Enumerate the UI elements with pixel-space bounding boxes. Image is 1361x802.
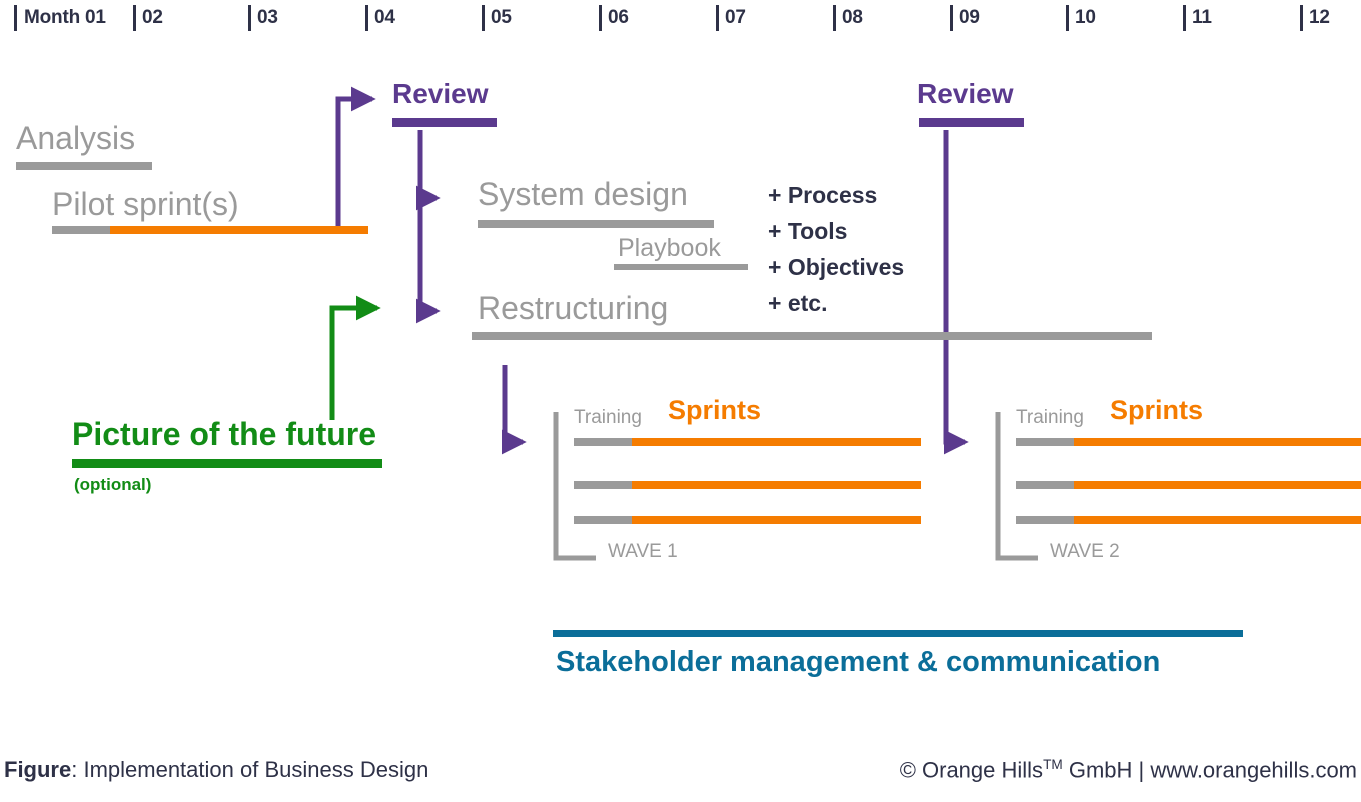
wave1-training-label: Training: [574, 407, 642, 428]
timeline-tick: [833, 5, 836, 31]
arrow-review2-to-wave2: [943, 130, 969, 455]
wave1-sprint-bar: [632, 516, 921, 524]
wave1-training-bar: [574, 516, 632, 524]
timeline-tick: [1066, 5, 1069, 31]
bullet-item: + Process: [768, 182, 878, 208]
copyright-post: GmbH | www.orangehills.com: [1062, 757, 1357, 783]
wave1-training-bar: [574, 438, 632, 446]
review-underline-2: [919, 118, 1024, 127]
trademark-symbol: TM: [1043, 757, 1063, 772]
wave1-label: WAVE 1: [608, 541, 678, 562]
bullet-list: + Process + Tools + Objectives + etc.: [768, 182, 904, 317]
review-label-1: Review: [392, 78, 489, 109]
timeline-tick-label: 10: [1075, 7, 1096, 28]
arrow-picture-of-future: [329, 295, 381, 420]
timeline-tick: [950, 5, 953, 31]
track-bar-analysis: [16, 162, 152, 170]
copyright-pre: © Orange Hills: [899, 757, 1044, 783]
timeline-header: Month 01 02 03 04 05 06 07 08 09 10 11 1…: [0, 0, 1361, 45]
track-bar-pilot-sprint: [110, 226, 368, 234]
wave1-sprint-bar: [632, 438, 921, 446]
figure-caption-prefix: Figure: [4, 757, 72, 782]
picture-of-future-label: Picture of the future: [72, 416, 377, 452]
wave2-sprint-bar: [1074, 438, 1361, 446]
stakeholder-label: Stakeholder management & communication: [556, 646, 1161, 678]
wave1-sprint-bar: [632, 481, 921, 489]
track-label-playbook: Playbook: [618, 234, 721, 262]
timeline-tick: [14, 5, 17, 31]
track-label-system-design: System design: [478, 176, 688, 212]
timeline-tick-label: 03: [257, 7, 278, 28]
timeline-tick-label: 05: [491, 7, 512, 28]
track-label-pilot-sprints: Pilot sprint(s): [52, 186, 239, 222]
track-bar-playbook: [614, 264, 748, 270]
timeline-tick: [716, 5, 719, 31]
stakeholder-bar: [553, 630, 1243, 637]
review-underline-1: [392, 118, 497, 127]
track-bar-restructuring: [472, 332, 1152, 340]
wave1-sprints-label: Sprints: [668, 395, 762, 425]
bullet-item: + Objectives: [768, 254, 905, 280]
track-bar-pilot-training: [52, 226, 110, 234]
wave1-training-bar: [574, 481, 632, 489]
wave2-training-bar: [1016, 438, 1074, 446]
timeline-tick-label: Month 01: [24, 7, 106, 28]
timeline-tick-label: 08: [842, 7, 863, 28]
track-label-restructuring: Restructuring: [478, 290, 669, 326]
timeline-tick: [599, 5, 602, 31]
wave2-training-bar: [1016, 516, 1074, 524]
timeline-tick-label: 04: [374, 7, 395, 28]
bullet-item: + etc.: [768, 290, 828, 316]
timeline-tick: [133, 5, 136, 31]
timeline-tick-label: 09: [959, 7, 980, 28]
arrow-review1-to-system-design: [415, 130, 441, 211]
track-label-analysis: Analysis: [16, 120, 136, 156]
wave2-sprints-label: Sprints: [1110, 395, 1204, 425]
wave2-label: WAVE 2: [1050, 541, 1120, 562]
figure-caption: Figure: Implementation of Business Desig…: [4, 757, 428, 783]
arrow-review1-to-restructuring: [415, 130, 441, 324]
timeline-tick-label: 12: [1309, 7, 1330, 28]
figure-caption-text: : Implementation of Business Design: [71, 757, 429, 782]
timeline-tick-label: 06: [608, 7, 629, 28]
timeline-tick-label: 02: [142, 7, 163, 28]
timeline-tick: [248, 5, 251, 31]
review-label-2: Review: [917, 78, 1014, 109]
track-bar-system-design: [478, 220, 714, 228]
wave2-sprint-bar: [1074, 516, 1361, 524]
wave2-training-bar: [1016, 481, 1074, 489]
timeline-tick: [365, 5, 368, 31]
timeline-tick: [482, 5, 485, 31]
arrow-pilot-to-review1: [335, 86, 376, 228]
wave2-sprint-bar: [1074, 481, 1361, 489]
figure-canvas: Month 01 02 03 04 05 06 07 08 09 10 11 1…: [0, 0, 1361, 802]
picture-of-future-bar: [72, 459, 382, 468]
wave2-training-label: Training: [1016, 407, 1084, 428]
bullet-item: + Tools: [768, 218, 848, 244]
timeline-tick-label: 07: [725, 7, 746, 28]
timeline-tick-label: 11: [1192, 7, 1212, 28]
timeline-tick: [1300, 5, 1303, 31]
timeline-tick: [1183, 5, 1186, 31]
picture-of-future-note: (optional): [74, 475, 152, 494]
copyright-notice: © Orange HillsTM GmbH | www.orangehills.…: [900, 757, 1357, 783]
arrow-restructuring-to-wave1: [501, 365, 527, 455]
